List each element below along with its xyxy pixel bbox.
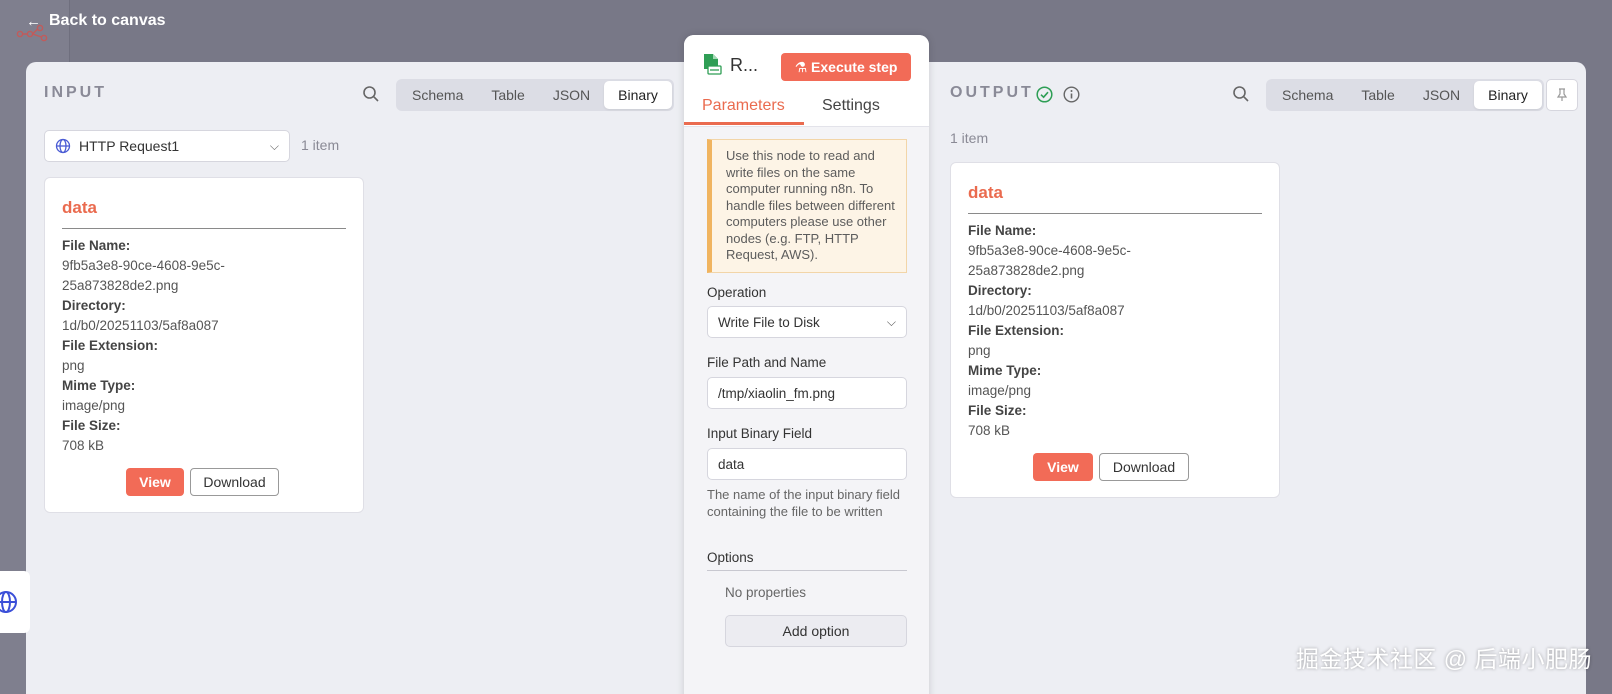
output-tab-json[interactable]: JSON [1409,81,1474,109]
output-tab-table[interactable]: Table [1347,81,1408,109]
pin-data-button[interactable] [1546,79,1578,111]
options-divider [707,570,907,571]
pin-icon [1556,88,1568,101]
execute-step-button[interactable]: ⚗ Execute step [781,53,911,81]
node-name[interactable]: R... [730,55,758,76]
field-key: File Name: [968,223,1037,238]
field-key: File Name: [62,238,131,253]
field-key: File Size: [62,418,121,433]
field-value: png [968,343,991,358]
output-search-icon[interactable] [1232,85,1250,103]
input-card-fields: File Name: 9fb5a3e8-90ce-4608-9e5c-25a87… [62,236,252,456]
field-key: Mime Type: [62,378,136,393]
field-key: Mime Type: [968,363,1042,378]
field-value: 9fb5a3e8-90ce-4608-9e5c-25a873828de2.png [62,258,225,293]
field-key: File Extension: [968,323,1065,338]
chevron-down-icon: ⌵ [886,314,896,329]
side-language-button[interactable] [0,571,30,633]
input-card-title: data [62,198,97,217]
output-title: OUTPUT [950,84,1034,101]
field-value: image/png [968,383,1032,398]
input-card-divider [62,228,346,229]
field-value: image/png [62,398,126,413]
add-option-button[interactable]: Add option [725,615,907,647]
input-tab-table[interactable]: Table [477,81,538,109]
flask-icon: ⚗ [794,59,812,75]
field-value: png [62,358,85,373]
output-binary-card: data File Name: 9fb5a3e8-90ce-4608-9e5c-… [950,162,1280,498]
output-card-fields: File Name: 9fb5a3e8-90ce-4608-9e5c-25a87… [968,221,1158,441]
input-view-button[interactable]: View [126,468,184,496]
back-to-canvas-button[interactable]: ← Back to canvas [26,12,166,30]
field-value: 708 kB [62,438,105,453]
input-download-button[interactable]: Download [190,468,279,496]
file-icon [704,54,722,75]
operation-value: Write File to Disk [718,314,820,330]
output-item-count: 1 item [950,130,989,146]
output-tab-binary[interactable]: Binary [1474,81,1542,109]
field-key: File Extension: [62,338,159,353]
input-binary-card: data File Name: 9fb5a3e8-90ce-4608-9e5c-… [44,177,364,513]
field-value: 9fb5a3e8-90ce-4608-9e5c-25a873828de2.png [968,243,1131,278]
input-title: INPUT [44,84,107,101]
binary-field-value: data [718,456,745,472]
execute-step-label: Execute step [811,59,898,75]
watermark: 掘金技术社区 @ 后端小肥肠 [1295,646,1592,672]
tab-parameters[interactable]: Parameters [702,97,785,115]
output-card-divider [968,213,1262,214]
output-view-button[interactable]: View [1033,453,1093,481]
input-tab-json[interactable]: JSON [539,81,604,109]
info-notice: Use this node to read and write files on… [707,139,907,273]
output-card-title: data [968,183,1003,202]
input-tabs: Schema Table JSON Binary [396,79,674,111]
field-key: Directory: [968,283,1032,298]
input-tab-binary[interactable]: Binary [604,81,672,109]
binary-field-input[interactable]: data [707,448,907,480]
input-search-icon[interactable] [362,85,380,103]
active-tab-underline [684,122,804,125]
field-value: 1d/b0/20251103/5af8a087 [62,318,219,333]
field-value: 1d/b0/20251103/5af8a087 [968,303,1125,318]
input-item-count: 1 item [301,137,340,153]
input-node-select-value: HTTP Request1 [79,138,180,154]
operation-label: Operation [707,285,767,300]
field-value: 708 kB [968,423,1011,438]
globe-icon [55,138,71,154]
node-header: R... ⚗ Execute step Parameters Settings [684,35,929,127]
output-tab-schema[interactable]: Schema [1268,81,1347,109]
file-path-label: File Path and Name [707,355,827,370]
operation-select[interactable]: Write File to Disk ⌵ [707,306,907,338]
chevron-down-icon: ⌵ [269,138,279,153]
field-key: Directory: [62,298,126,313]
output-tabs: Schema Table JSON Binary [1266,79,1544,111]
binary-field-hint: The name of the input binary field conta… [707,487,900,519]
output-download-button[interactable]: Download [1099,453,1189,481]
arrow-left-icon: ← [26,12,41,30]
node-settings-panel: R... ⚗ Execute step Parameters Settings … [684,35,929,694]
field-key: File Size: [968,403,1027,418]
back-to-canvas-label: Back to canvas [49,12,166,29]
success-check-icon [1036,86,1053,103]
tab-settings[interactable]: Settings [822,97,880,115]
binary-field-label: Input Binary Field [707,426,813,441]
info-icon[interactable] [1063,86,1080,103]
input-tab-schema[interactable]: Schema [398,81,477,109]
options-label: Options [707,550,754,565]
no-properties-text: No properties [725,585,807,600]
file-path-value: /tmp/xiaolin_fm.png [718,385,836,401]
file-path-input[interactable]: /tmp/xiaolin_fm.png [707,377,907,409]
globe-icon [0,591,17,613]
input-node-select[interactable]: HTTP Request1 ⌵ [44,130,290,162]
